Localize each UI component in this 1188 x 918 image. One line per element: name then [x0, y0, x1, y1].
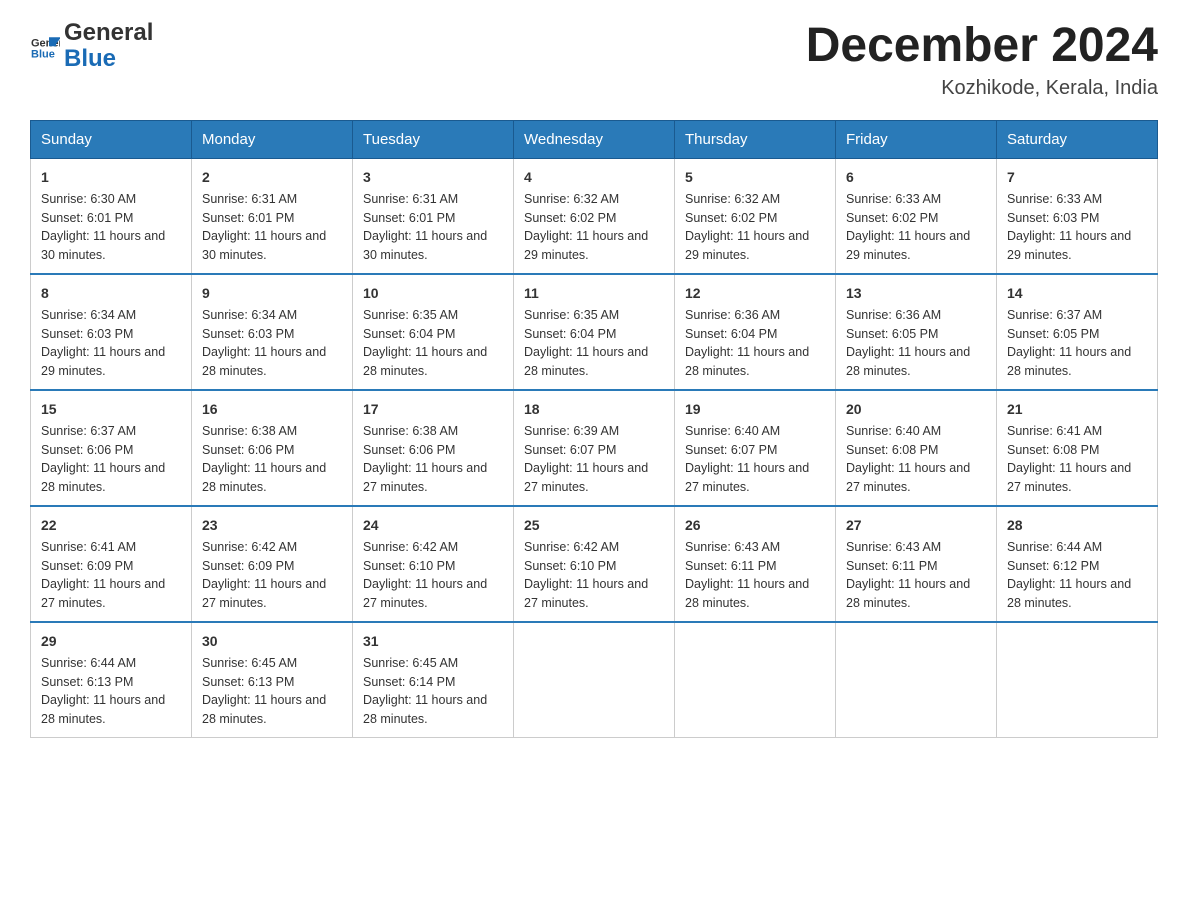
svg-text:Blue: Blue	[31, 49, 55, 61]
day-number: 25	[524, 515, 664, 536]
calendar-cell: 24Sunrise: 6:42 AMSunset: 6:10 PMDayligh…	[353, 506, 514, 622]
header-thursday: Thursday	[675, 120, 836, 158]
location: Kozhikode, Kerala, India	[806, 77, 1158, 100]
day-number: 1	[41, 167, 181, 188]
calendar-cell: 17Sunrise: 6:38 AMSunset: 6:06 PMDayligh…	[353, 390, 514, 506]
calendar-cell: 22Sunrise: 6:41 AMSunset: 6:09 PMDayligh…	[31, 506, 192, 622]
calendar-cell: 12Sunrise: 6:36 AMSunset: 6:04 PMDayligh…	[675, 274, 836, 390]
day-number: 24	[363, 515, 503, 536]
title-section: December 2024 Kozhikode, Kerala, India	[806, 20, 1158, 100]
calendar-cell: 7Sunrise: 6:33 AMSunset: 6:03 PMDaylight…	[997, 158, 1158, 274]
days-header-row: Sunday Monday Tuesday Wednesday Thursday…	[31, 120, 1158, 158]
day-number: 22	[41, 515, 181, 536]
calendar-cell: 1Sunrise: 6:30 AMSunset: 6:01 PMDaylight…	[31, 158, 192, 274]
day-number: 19	[685, 399, 825, 420]
day-number: 23	[202, 515, 342, 536]
header-saturday: Saturday	[997, 120, 1158, 158]
calendar-cell: 31Sunrise: 6:45 AMSunset: 6:14 PMDayligh…	[353, 622, 514, 738]
day-number: 6	[846, 167, 986, 188]
week-row-5: 29Sunrise: 6:44 AMSunset: 6:13 PMDayligh…	[31, 622, 1158, 738]
day-number: 7	[1007, 167, 1147, 188]
day-number: 5	[685, 167, 825, 188]
calendar-cell: 14Sunrise: 6:37 AMSunset: 6:05 PMDayligh…	[997, 274, 1158, 390]
calendar-cell: 28Sunrise: 6:44 AMSunset: 6:12 PMDayligh…	[997, 506, 1158, 622]
day-number: 26	[685, 515, 825, 536]
day-number: 27	[846, 515, 986, 536]
day-number: 14	[1007, 283, 1147, 304]
day-number: 31	[363, 631, 503, 652]
calendar-cell: 30Sunrise: 6:45 AMSunset: 6:13 PMDayligh…	[192, 622, 353, 738]
day-number: 15	[41, 399, 181, 420]
calendar-table: Sunday Monday Tuesday Wednesday Thursday…	[30, 120, 1158, 738]
calendar-cell: 3Sunrise: 6:31 AMSunset: 6:01 PMDaylight…	[353, 158, 514, 274]
calendar-cell: 9Sunrise: 6:34 AMSunset: 6:03 PMDaylight…	[192, 274, 353, 390]
calendar-cell: 19Sunrise: 6:40 AMSunset: 6:07 PMDayligh…	[675, 390, 836, 506]
logo-general-text: General	[64, 20, 153, 46]
logo-icon: General Blue	[30, 31, 60, 61]
calendar-cell: 4Sunrise: 6:32 AMSunset: 6:02 PMDaylight…	[514, 158, 675, 274]
day-number: 29	[41, 631, 181, 652]
week-row-2: 8Sunrise: 6:34 AMSunset: 6:03 PMDaylight…	[31, 274, 1158, 390]
calendar-cell: 18Sunrise: 6:39 AMSunset: 6:07 PMDayligh…	[514, 390, 675, 506]
calendar-cell: 11Sunrise: 6:35 AMSunset: 6:04 PMDayligh…	[514, 274, 675, 390]
calendar-cell: 25Sunrise: 6:42 AMSunset: 6:10 PMDayligh…	[514, 506, 675, 622]
day-number: 2	[202, 167, 342, 188]
day-number: 9	[202, 283, 342, 304]
day-number: 3	[363, 167, 503, 188]
calendar-cell	[997, 622, 1158, 738]
logo-blue-text: Blue	[64, 46, 153, 72]
calendar-cell: 10Sunrise: 6:35 AMSunset: 6:04 PMDayligh…	[353, 274, 514, 390]
calendar-cell: 16Sunrise: 6:38 AMSunset: 6:06 PMDayligh…	[192, 390, 353, 506]
calendar-cell: 6Sunrise: 6:33 AMSunset: 6:02 PMDaylight…	[836, 158, 997, 274]
day-number: 17	[363, 399, 503, 420]
day-number: 16	[202, 399, 342, 420]
calendar-cell: 15Sunrise: 6:37 AMSunset: 6:06 PMDayligh…	[31, 390, 192, 506]
week-row-4: 22Sunrise: 6:41 AMSunset: 6:09 PMDayligh…	[31, 506, 1158, 622]
header-friday: Friday	[836, 120, 997, 158]
header-monday: Monday	[192, 120, 353, 158]
calendar-cell: 2Sunrise: 6:31 AMSunset: 6:01 PMDaylight…	[192, 158, 353, 274]
day-number: 10	[363, 283, 503, 304]
calendar-cell: 5Sunrise: 6:32 AMSunset: 6:02 PMDaylight…	[675, 158, 836, 274]
day-number: 12	[685, 283, 825, 304]
header-sunday: Sunday	[31, 120, 192, 158]
calendar-cell: 20Sunrise: 6:40 AMSunset: 6:08 PMDayligh…	[836, 390, 997, 506]
header-wednesday: Wednesday	[514, 120, 675, 158]
day-number: 28	[1007, 515, 1147, 536]
day-number: 20	[846, 399, 986, 420]
calendar-cell: 23Sunrise: 6:42 AMSunset: 6:09 PMDayligh…	[192, 506, 353, 622]
day-number: 21	[1007, 399, 1147, 420]
calendar-cell	[836, 622, 997, 738]
page-header: General Blue General Blue December 2024 …	[30, 20, 1158, 100]
day-number: 8	[41, 283, 181, 304]
calendar-cell: 13Sunrise: 6:36 AMSunset: 6:05 PMDayligh…	[836, 274, 997, 390]
week-row-1: 1Sunrise: 6:30 AMSunset: 6:01 PMDaylight…	[31, 158, 1158, 274]
calendar-cell: 8Sunrise: 6:34 AMSunset: 6:03 PMDaylight…	[31, 274, 192, 390]
calendar-cell	[514, 622, 675, 738]
day-number: 11	[524, 283, 664, 304]
week-row-3: 15Sunrise: 6:37 AMSunset: 6:06 PMDayligh…	[31, 390, 1158, 506]
day-number: 4	[524, 167, 664, 188]
month-title: December 2024	[806, 20, 1158, 73]
calendar-cell: 27Sunrise: 6:43 AMSunset: 6:11 PMDayligh…	[836, 506, 997, 622]
header-tuesday: Tuesday	[353, 120, 514, 158]
day-number: 18	[524, 399, 664, 420]
calendar-cell: 21Sunrise: 6:41 AMSunset: 6:08 PMDayligh…	[997, 390, 1158, 506]
calendar-cell: 26Sunrise: 6:43 AMSunset: 6:11 PMDayligh…	[675, 506, 836, 622]
day-number: 30	[202, 631, 342, 652]
calendar-cell	[675, 622, 836, 738]
day-number: 13	[846, 283, 986, 304]
calendar-cell: 29Sunrise: 6:44 AMSunset: 6:13 PMDayligh…	[31, 622, 192, 738]
logo: General Blue General Blue	[30, 20, 153, 73]
